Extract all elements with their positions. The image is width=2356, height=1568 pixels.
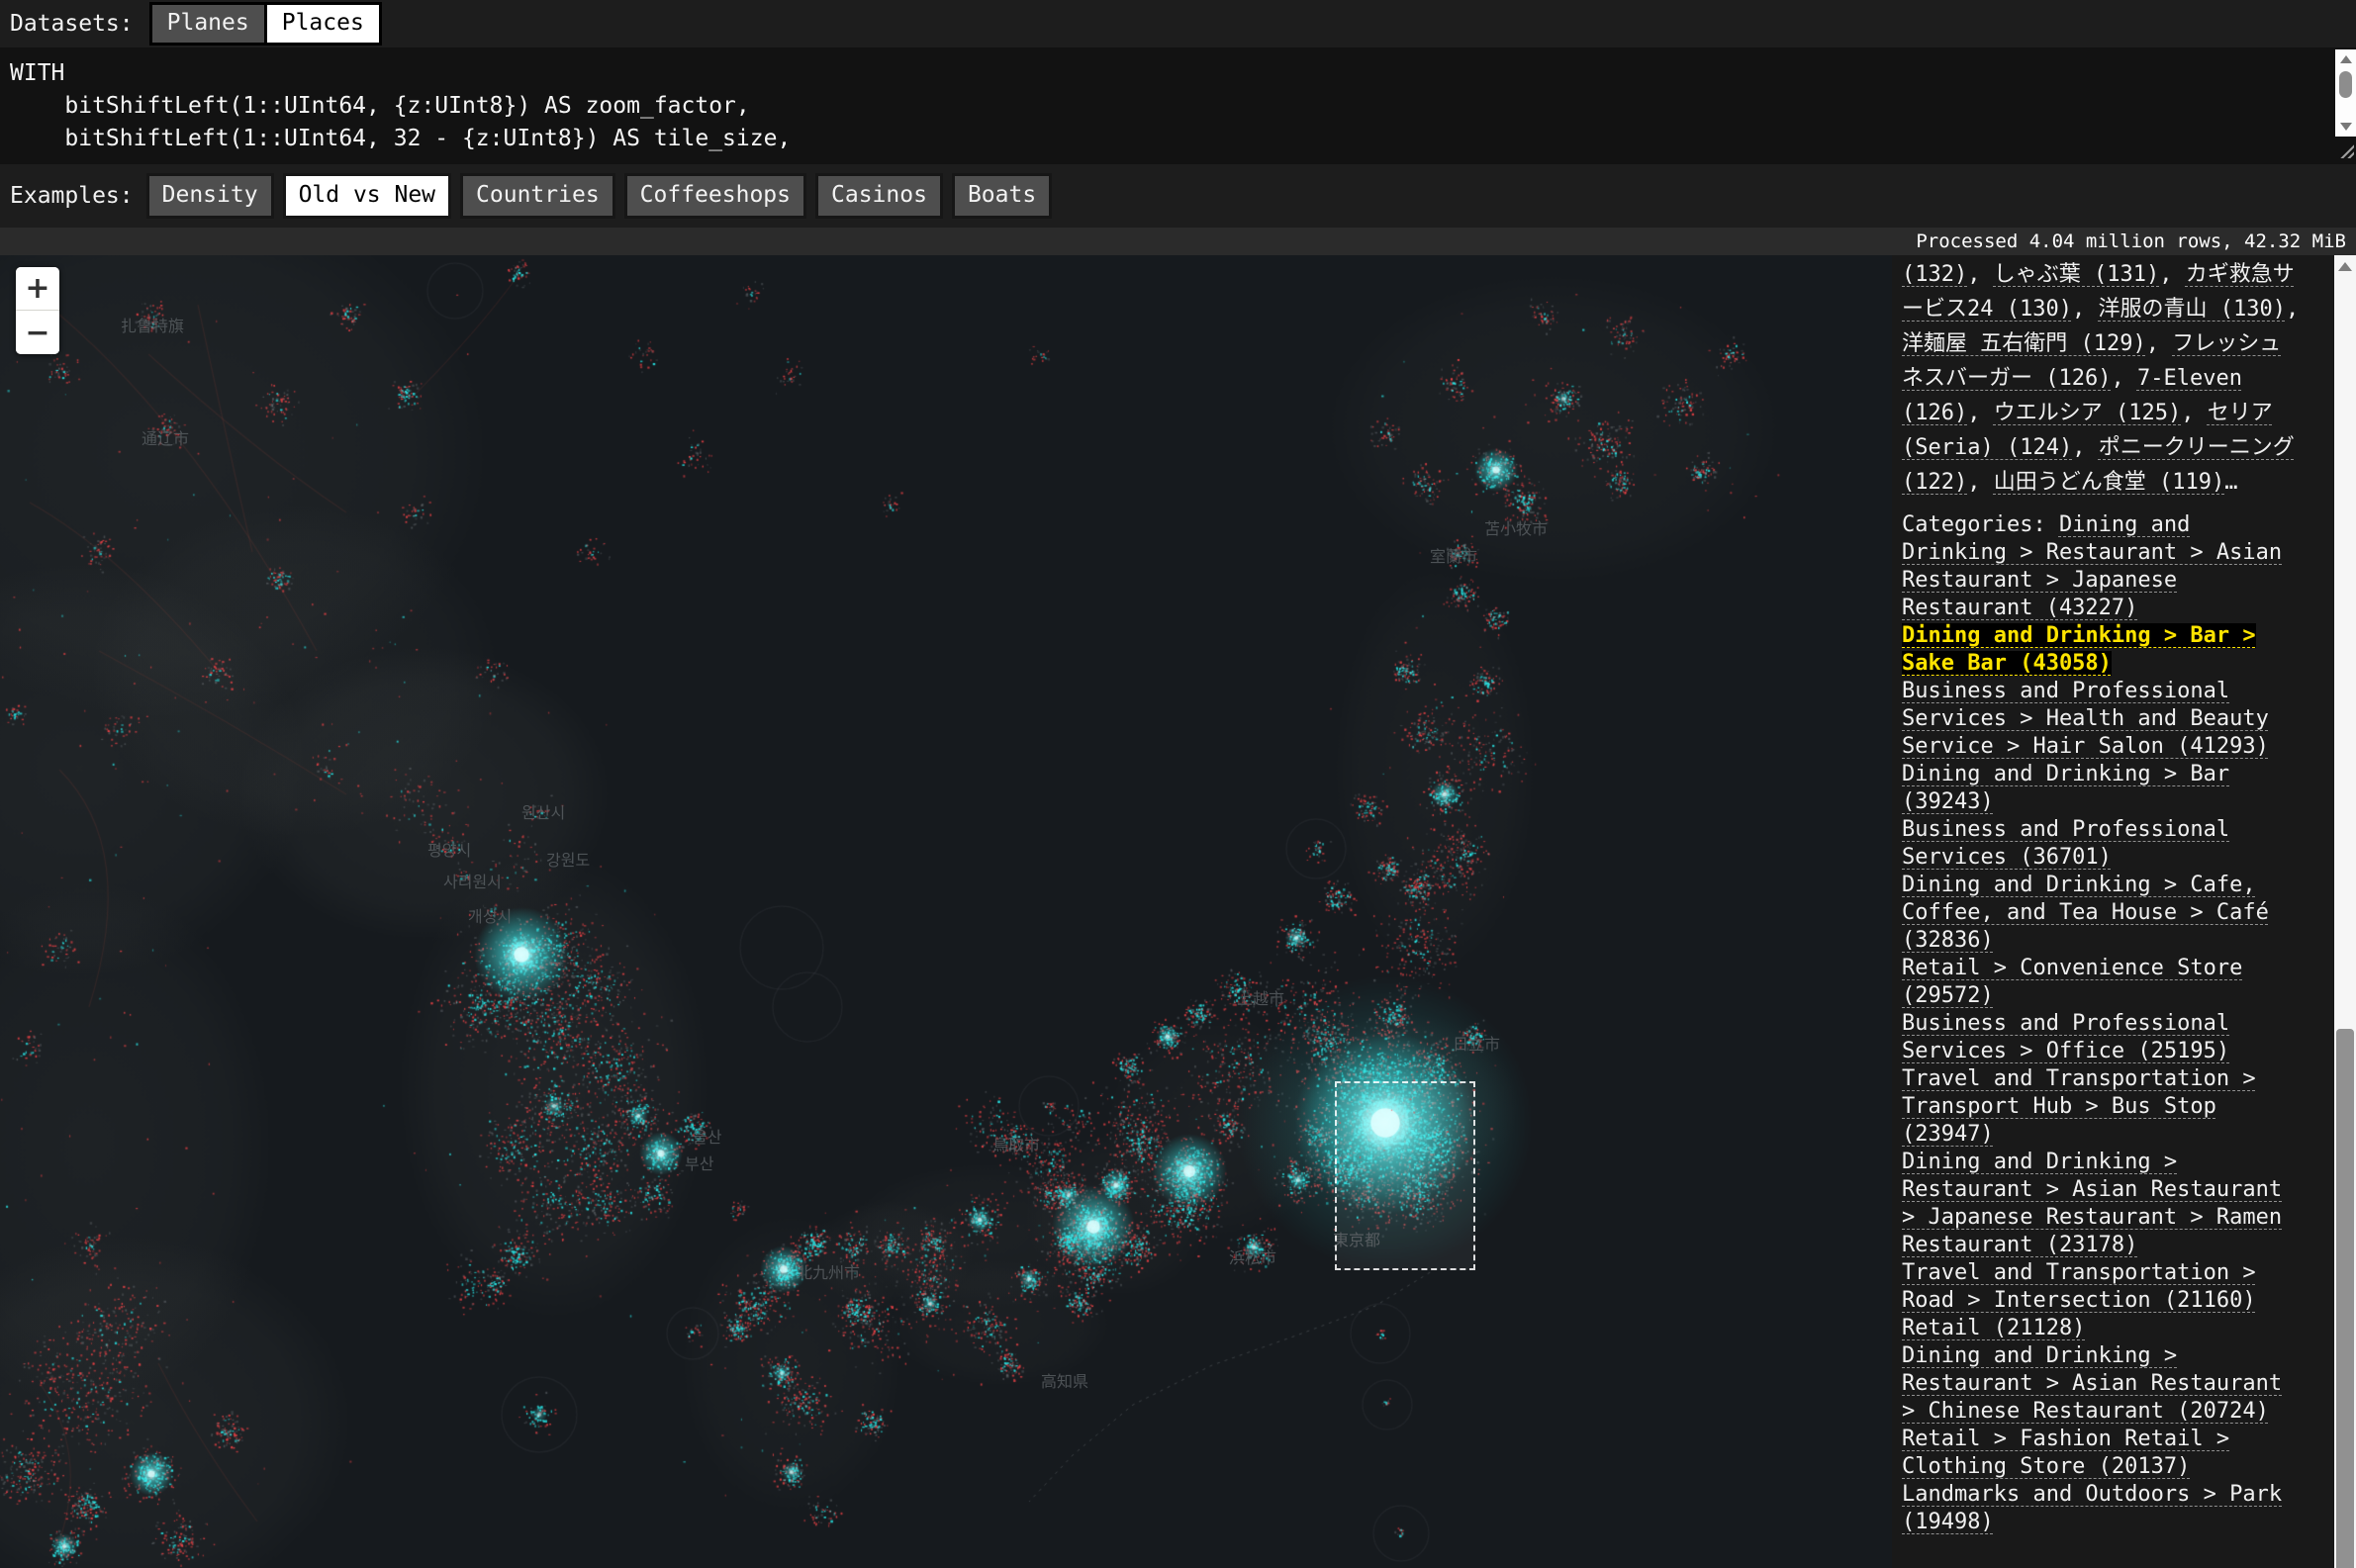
category-link[interactable]: Business and Professional Services (3670… (1902, 817, 2229, 870)
brand-link[interactable]: しゃぶ葉 (131) (1994, 262, 2159, 287)
examples-bar: Examples: Density Old vs New Countries C… (0, 164, 2356, 228)
category-link[interactable]: Retail (21128) (1902, 1316, 2085, 1340)
scroll-down-icon[interactable] (2335, 119, 2356, 135)
brand-link[interactable]: 洋麺屋 五右衛門 (129) (1902, 331, 2146, 356)
results-scrollbar[interactable] (2334, 255, 2356, 1568)
sql-editor-scroll-thumb[interactable] (2339, 71, 2352, 98)
results-panel: (132), しゃぶ葉 (131), カギ救急サービス24 (130), 洋服の… (1892, 255, 2356, 1568)
top-brands-list: (132), しゃぶ葉 (131), カギ救急サービス24 (130), 洋服の… (1902, 257, 2302, 500)
category-link[interactable]: Business and Professional Services > Hea… (1902, 679, 2269, 759)
example-button-countries[interactable]: Countries (460, 173, 615, 219)
category-link[interactable]: Travel and Transportation > Road > Inter… (1902, 1260, 2256, 1313)
app-window: Datasets: Planes Places WITH bitShiftLef… (0, 0, 2356, 1568)
example-button-coffeeshops[interactable]: Coffeeshops (624, 173, 806, 219)
brand-link[interactable]: (132) (1902, 262, 1967, 287)
results-scroll-thumb[interactable] (2336, 1029, 2354, 1568)
main-area: 扎鲁特旗通辽市평양시원산시사리원시강원도개성시울산부산北九州市鳥取市上越市浜松市… (0, 255, 2356, 1568)
example-button-old-vs-new[interactable]: Old vs New (283, 173, 451, 219)
dataset-button-planes[interactable]: Planes (152, 5, 264, 43)
scroll-up-icon[interactable] (2335, 51, 2356, 67)
category-link-highlighted[interactable]: Dining and Drinking > Bar > Sake Bar (43… (1902, 623, 2256, 676)
category-link[interactable]: Retail > Fashion Retail > Clothing Store… (1902, 1427, 2229, 1479)
sql-editor[interactable]: WITH bitShiftLeft(1::UInt64, {z:UInt8}) … (0, 47, 2356, 164)
dataset-button-places[interactable]: Places (267, 5, 379, 43)
category-link[interactable]: Dining and Drinking > Bar (39243) (1902, 762, 2229, 814)
examples-label: Examples: (10, 183, 134, 209)
datasets-label: Datasets: (10, 11, 134, 37)
example-button-casinos[interactable]: Casinos (815, 173, 943, 219)
datasets-button-group: Planes Places (149, 2, 382, 46)
category-link[interactable]: Travel and Transportation > Transport Hu… (1902, 1066, 2256, 1147)
brand-link[interactable]: 洋服の青山 (130) (2098, 297, 2285, 322)
brand-link[interactable]: ウエルシア (125) (1994, 401, 2181, 425)
map-zoom-control: + − (16, 267, 59, 354)
sql-editor-scrollbar[interactable] (2335, 49, 2356, 137)
sql-code[interactable]: WITH bitShiftLeft(1::UInt64, {z:UInt8}) … (0, 47, 2356, 155)
brand-link[interactable]: 山田うどん食堂 (119) (1994, 470, 2224, 495)
categories-label: Categories: (1902, 512, 2059, 537)
map-selection-rectangle (1335, 1081, 1475, 1270)
category-link[interactable]: Dining and Drinking > Cafe, Coffee, and … (1902, 873, 2269, 953)
status-bar: Processed 4.04 million rows, 42.32 MiB (0, 228, 2356, 255)
map[interactable]: 扎鲁特旗通辽市평양시원산시사리원시강원도개성시울산부산北九州市鳥取市上越市浜松市… (0, 255, 1892, 1568)
scroll-up-icon[interactable] (2334, 257, 2356, 275)
category-link[interactable]: Dining and Drinking > Restaurant > Asian… (1902, 1343, 2282, 1424)
map-canvas[interactable] (0, 255, 1892, 1568)
category-link[interactable]: Dining and Drinking > Restaurant > Asian… (1902, 1150, 2282, 1257)
example-button-boats[interactable]: Boats (952, 173, 1052, 219)
zoom-out-button[interactable]: − (16, 311, 59, 354)
datasets-bar: Datasets: Planes Places (0, 0, 2356, 47)
zoom-in-button[interactable]: + (16, 267, 59, 311)
category-link[interactable]: Business and Professional Services > Off… (1902, 1011, 2229, 1063)
category-link[interactable]: Retail > Convenience Store (29572) (1902, 956, 2242, 1008)
category-link[interactable]: Landmarks and Outdoors > Park (19498) (1902, 1482, 2282, 1534)
results-content: (132), しゃぶ葉 (131), カギ救急サービス24 (130), 洋服の… (1892, 255, 2334, 1536)
top-categories-list: Categories: Dining and Drinking > Restau… (1902, 511, 2302, 1536)
query-stats: Processed 4.04 million rows, 42.32 MiB (1916, 231, 2346, 252)
example-button-density[interactable]: Density (146, 173, 274, 219)
